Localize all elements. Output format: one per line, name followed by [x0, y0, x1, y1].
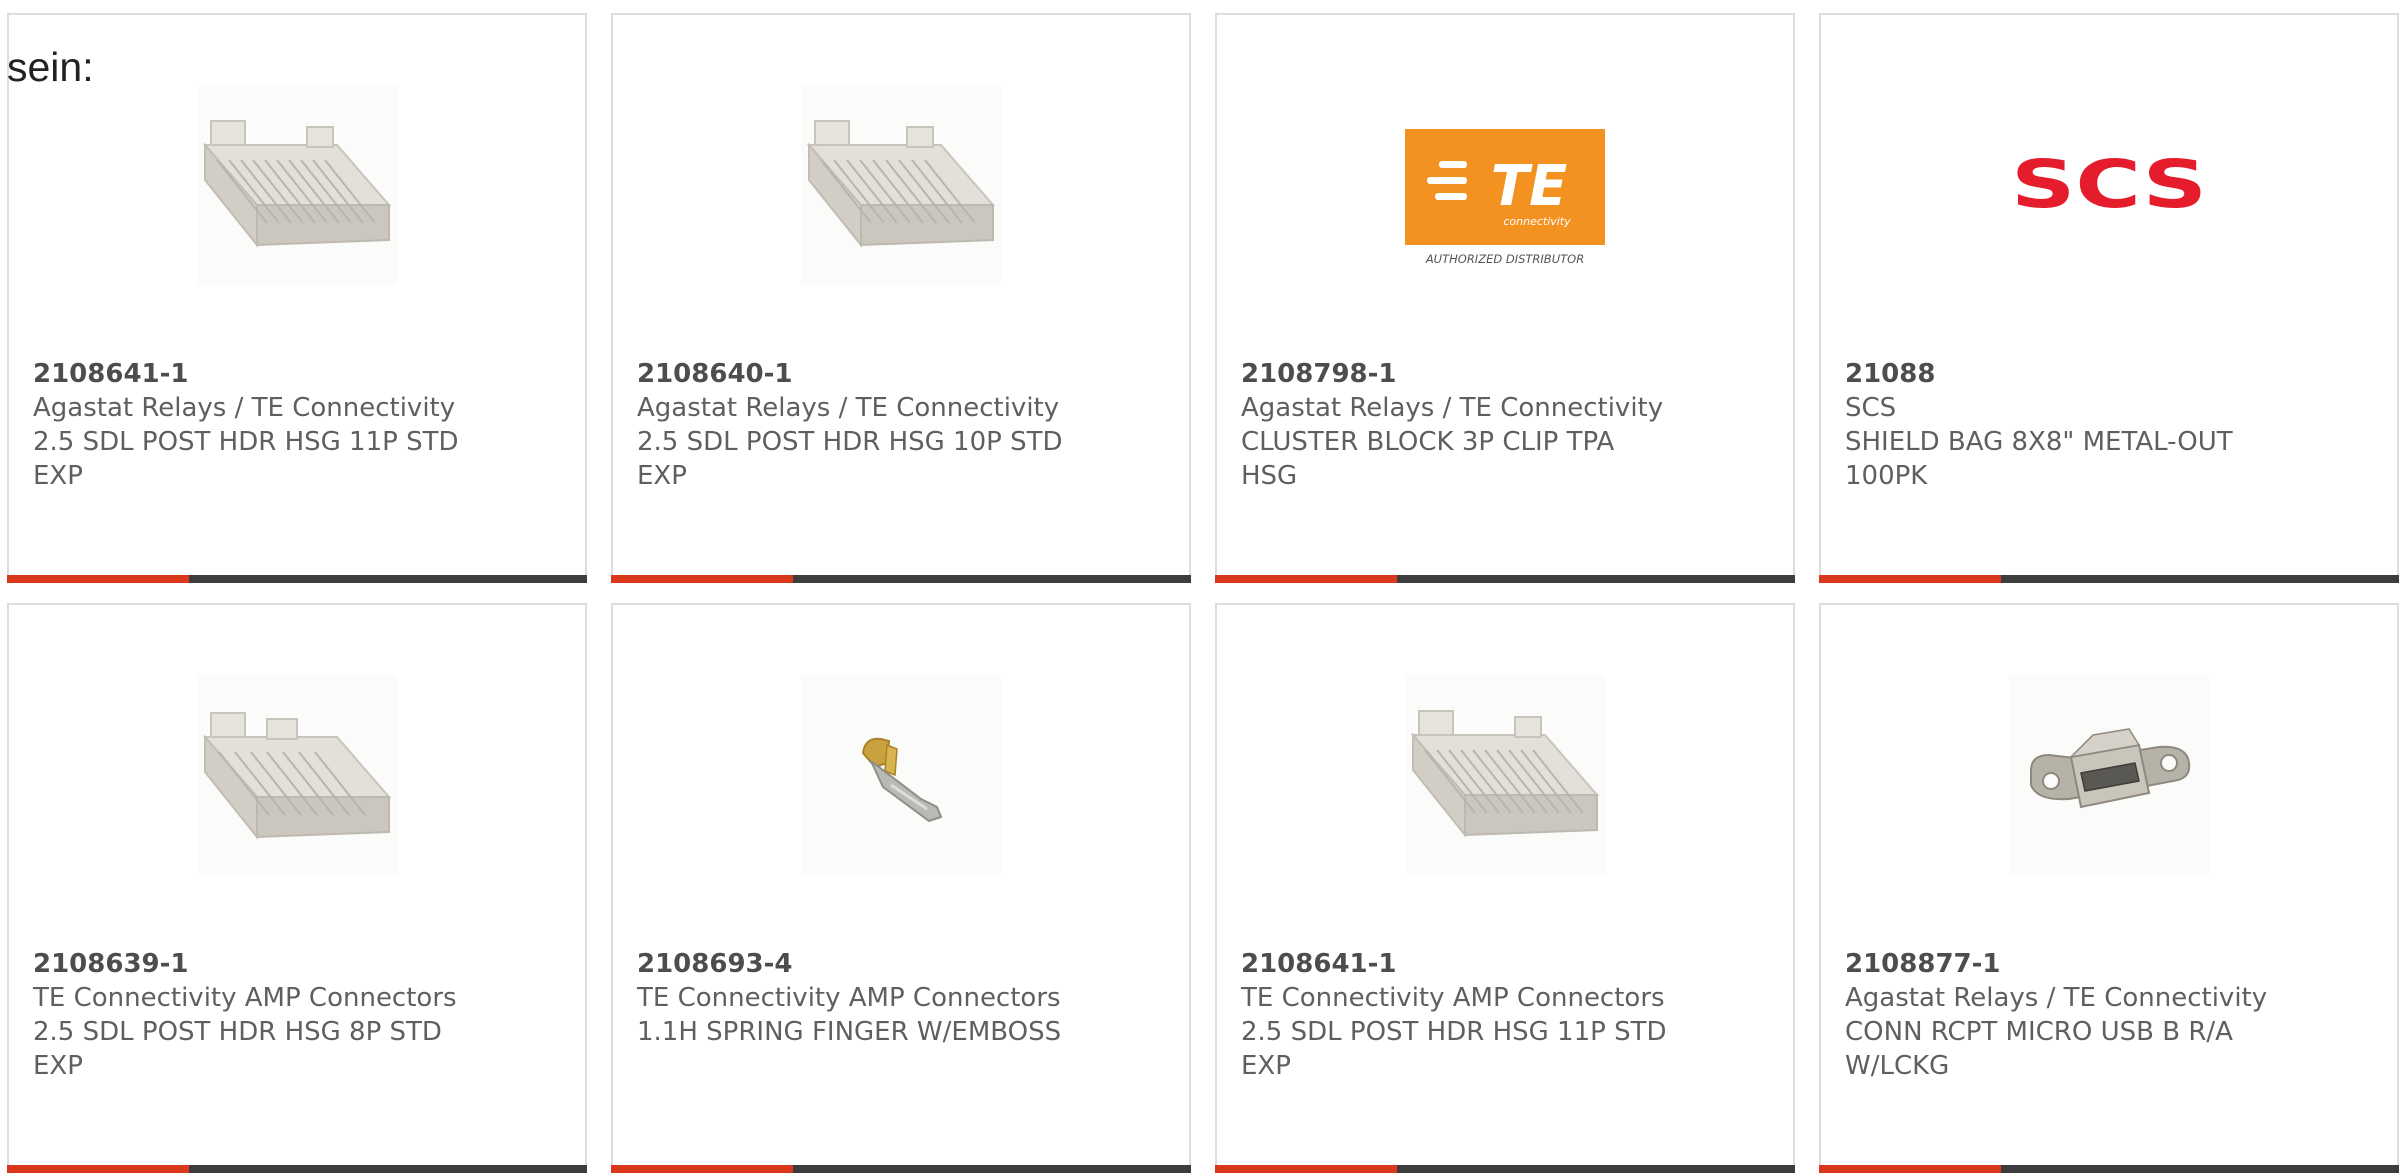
card-footer-accent [611, 575, 793, 583]
product-description: 2.5 SDL POST HDR HSG 11P STD EXP [33, 427, 459, 491]
product-info: 2108798-1 Agastat Relays / TE Connectivi… [1241, 357, 1761, 493]
scs-logo: SCS [2011, 146, 2207, 223]
product-thumbnail[interactable] [197, 675, 397, 875]
product-description: 2.5 SDL POST HDR HSG 10P STD EXP [637, 427, 1063, 491]
product-card[interactable]: 2108693-4 TE Connectivity AMP Connectors… [611, 603, 1191, 1173]
part-number-link[interactable]: 2108641-1 [1241, 947, 1761, 981]
product-card[interactable]: SCS 21088 SCS SHIELD BAG 8X8" METAL-OUT … [1819, 13, 2399, 583]
product-description: SHIELD BAG 8X8" METAL-OUT 100PK [1845, 427, 2233, 491]
product-card[interactable]: 2108639-1 TE Connectivity AMP Connectors… [7, 603, 587, 1173]
usb-receptacle-icon [2030, 728, 2191, 809]
card-footer-accent [1215, 1165, 1397, 1173]
part-number-link[interactable]: 21088 [1845, 357, 2365, 391]
card-footer-bar [7, 575, 587, 583]
connector-housing-icon [202, 120, 392, 248]
manufacturer-name: Agastat Relays / TE Connectivity [637, 393, 1060, 423]
te-logo-subtext: connectivity [1503, 215, 1571, 228]
connector-housing-icon [202, 712, 392, 840]
manufacturer-name: SCS [1845, 393, 1897, 423]
authorized-distributor-caption: AUTHORIZED DISTRIBUTOR [1425, 252, 1584, 266]
card-footer-bar [611, 575, 1191, 583]
product-grid: 2108641-1 Agastat Relays / TE Connectivi… [7, 13, 2400, 1173]
te-logo: TE connectivity AUTHORIZED DISTRIBUTOR [1405, 129, 1605, 266]
product-info: 2108877-1 Agastat Relays / TE Connectivi… [1845, 947, 2365, 1083]
card-footer-accent [7, 1165, 189, 1173]
product-card[interactable]: 2108641-1 TE Connectivity AMP Connectors… [1215, 603, 1795, 1173]
connector-housing-icon [1410, 710, 1600, 838]
product-info: 2108693-4 TE Connectivity AMP Connectors… [637, 947, 1157, 1049]
product-info: 2108639-1 TE Connectivity AMP Connectors… [33, 947, 553, 1083]
manufacturer-name: TE Connectivity AMP Connectors [33, 983, 457, 1013]
product-thumbnail[interactable] [801, 675, 1001, 875]
product-description: 2.5 SDL POST HDR HSG 11P STD EXP [1241, 1017, 1667, 1081]
card-footer-accent [611, 1165, 793, 1173]
spring-finger-icon [861, 737, 943, 823]
product-info: 2108641-1 TE Connectivity AMP Connectors… [1241, 947, 1761, 1083]
card-footer-accent [1215, 575, 1397, 583]
scs-logo-wordmark: SCS [2011, 146, 2207, 223]
card-footer-accent [1819, 575, 2001, 583]
card-footer-accent [1819, 1165, 2001, 1173]
card-footer-bar [1215, 575, 1795, 583]
manufacturer-name: TE Connectivity AMP Connectors [1241, 983, 1665, 1013]
te-logo-wordmark: TE [1491, 154, 1567, 219]
product-thumbnail[interactable] [2009, 675, 2209, 875]
product-thumbnail[interactable] [197, 85, 397, 285]
card-footer-bar [7, 1165, 587, 1173]
part-number-link[interactable]: 2108798-1 [1241, 357, 1761, 391]
card-footer-bar [1819, 575, 2399, 583]
card-footer-bar [611, 1165, 1191, 1173]
product-thumbnail[interactable]: TE connectivity AUTHORIZED DISTRIBUTOR [1405, 85, 1605, 285]
product-info: 21088 SCS SHIELD BAG 8X8" METAL-OUT 100P… [1845, 357, 2365, 493]
card-footer-accent [7, 575, 189, 583]
part-number-link[interactable]: 2108640-1 [637, 357, 1157, 391]
manufacturer-name: Agastat Relays / TE Connectivity [1241, 393, 1664, 423]
product-description: 2.5 SDL POST HDR HSG 8P STD EXP [33, 1017, 442, 1081]
product-description: CONN RCPT MICRO USB B R/A W/LCKG [1845, 1017, 2233, 1081]
manufacturer-name: Agastat Relays / TE Connectivity [33, 393, 456, 423]
card-footer-bar [1215, 1165, 1795, 1173]
manufacturer-name: Agastat Relays / TE Connectivity [1845, 983, 2268, 1013]
connector-housing-icon [806, 120, 996, 248]
part-number-link[interactable]: 2108641-1 [33, 357, 553, 391]
product-card[interactable]: 2108640-1 Agastat Relays / TE Connectivi… [611, 13, 1191, 583]
product-thumbnail[interactable]: SCS [2009, 85, 2209, 285]
part-number-link[interactable]: 2108639-1 [33, 947, 553, 981]
product-info: 2108640-1 Agastat Relays / TE Connectivi… [637, 357, 1157, 493]
part-number-link[interactable]: 2108877-1 [1845, 947, 2365, 981]
part-number-link[interactable]: 2108693-4 [637, 947, 1157, 981]
product-card[interactable]: TE connectivity AUTHORIZED DISTRIBUTOR 2… [1215, 13, 1795, 583]
product-card[interactable]: 2108877-1 Agastat Relays / TE Connectivi… [1819, 603, 2399, 1173]
product-description: 1.1H SPRING FINGER W/EMBOSS [637, 1017, 1062, 1047]
product-info: 2108641-1 Agastat Relays / TE Connectivi… [33, 357, 553, 493]
intro-text: sein: [7, 44, 94, 90]
product-description: CLUSTER BLOCK 3P CLIP TPA HSG [1241, 427, 1615, 491]
manufacturer-name: TE Connectivity AMP Connectors [637, 983, 1061, 1013]
card-footer-bar [1819, 1165, 2399, 1173]
product-thumbnail[interactable] [1405, 675, 1605, 875]
product-card[interactable]: 2108641-1 Agastat Relays / TE Connectivi… [7, 13, 587, 583]
product-thumbnail[interactable] [801, 85, 1001, 285]
